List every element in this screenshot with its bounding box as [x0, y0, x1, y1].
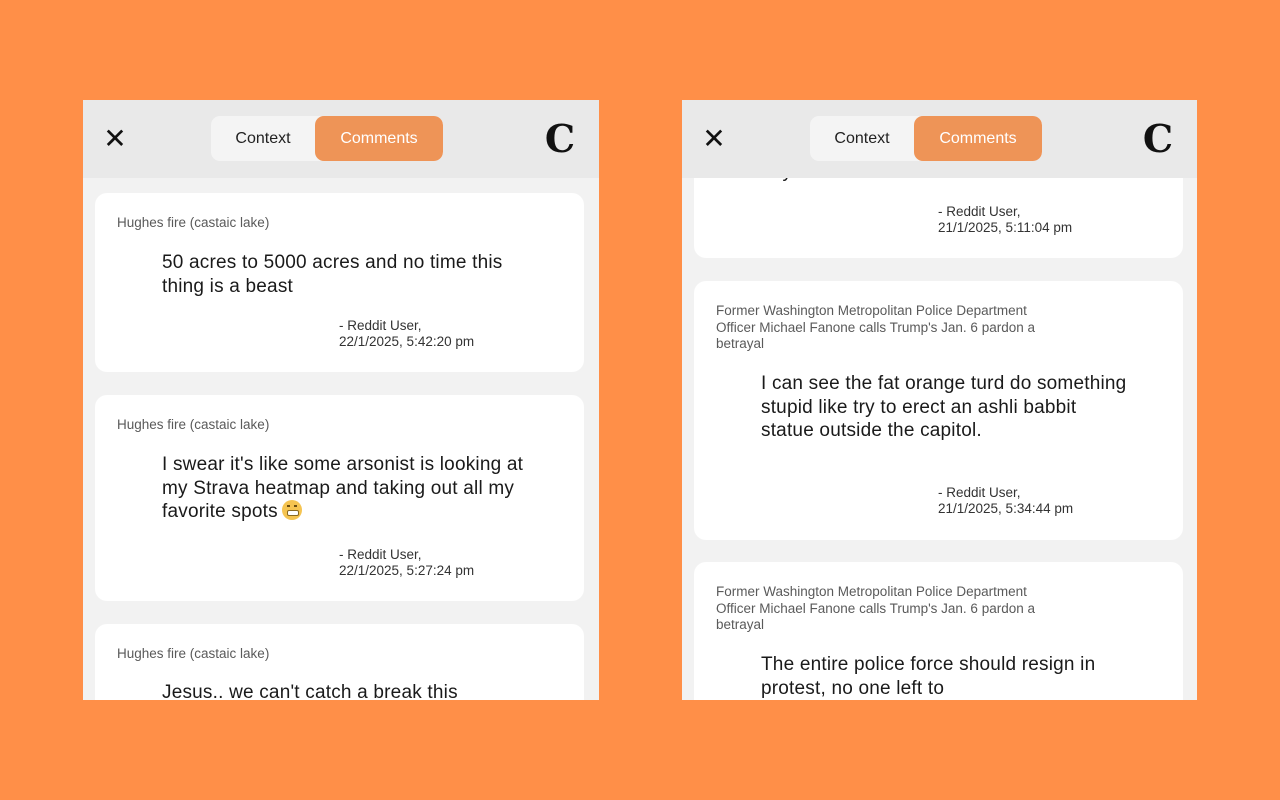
comment-topic: Hughes fire (castaic lake) — [117, 215, 270, 230]
grimacing-face-icon — [281, 500, 302, 520]
comments-panel-right: boy wants. - Reddit User, 21/1/2025, 5:1… — [682, 100, 1197, 700]
comment-card: Former Washington Metropolitan Police De… — [694, 281, 1183, 540]
segmented-control: Context Comments — [810, 116, 1042, 161]
comment-text: Jesus.. we can't catch a break this — [162, 682, 458, 700]
comment-card: Former Washington Metropolitan Police De… — [694, 562, 1183, 700]
comment-author: - Reddit User, — [339, 318, 422, 333]
brand-logo-icon: C — [544, 116, 576, 161]
comments-panel-left: ✕ Context Comments C Hughes fire (castai… — [83, 100, 599, 700]
comment-text: The entire police force should resign in… — [761, 654, 1096, 699]
top-bar: ✕ Context Comments C — [83, 100, 599, 178]
tab-context[interactable]: Context — [810, 116, 914, 161]
comment-topic: Former Washington Metropolitan Police De… — [716, 584, 1035, 632]
comment-author: - Reddit User, — [938, 204, 1021, 219]
comment-author: - Reddit User, — [938, 485, 1021, 500]
comment-card: Hughes fire (castaic lake) I swear it's … — [95, 395, 584, 601]
comment-text-content: I swear it's like some arsonist is looki… — [162, 454, 524, 522]
comment-timestamp: 22/1/2025, 5:27:24 pm — [339, 563, 475, 578]
comment-timestamp: 21/1/2025, 5:11:04 pm — [938, 220, 1073, 235]
comment-timestamp: 21/1/2025, 5:34:44 pm — [938, 501, 1074, 516]
top-bar: ✕ Context Comments C — [682, 100, 1197, 178]
close-icon[interactable]: ✕ — [103, 125, 127, 153]
tab-comments[interactable]: Comments — [315, 116, 443, 161]
comment-card: Hughes fire (castaic lake) Jesus.. we ca… — [95, 624, 584, 700]
tab-comments[interactable]: Comments — [914, 116, 1042, 161]
comment-timestamp: 22/1/2025, 5:42:20 pm — [339, 334, 475, 349]
segmented-control: Context Comments — [211, 116, 443, 161]
comment-text: I swear it's like some arsonist is looki… — [162, 453, 532, 524]
comment-card: Hughes fire (castaic lake) 50 acres to 5… — [95, 193, 584, 372]
comment-author: - Reddit User, — [339, 547, 422, 562]
comment-topic: Hughes fire (castaic lake) — [117, 646, 270, 661]
comment-topic: Former Washington Metropolitan Police De… — [716, 303, 1035, 351]
close-icon[interactable]: ✕ — [702, 125, 726, 153]
comment-text: I can see the fat orange turd do somethi… — [761, 373, 1127, 441]
tab-context[interactable]: Context — [211, 116, 315, 161]
comment-text: 50 acres to 5000 acres and no time this … — [162, 252, 503, 297]
brand-logo-icon: C — [1142, 116, 1174, 161]
comment-topic: Hughes fire (castaic lake) — [117, 417, 270, 432]
